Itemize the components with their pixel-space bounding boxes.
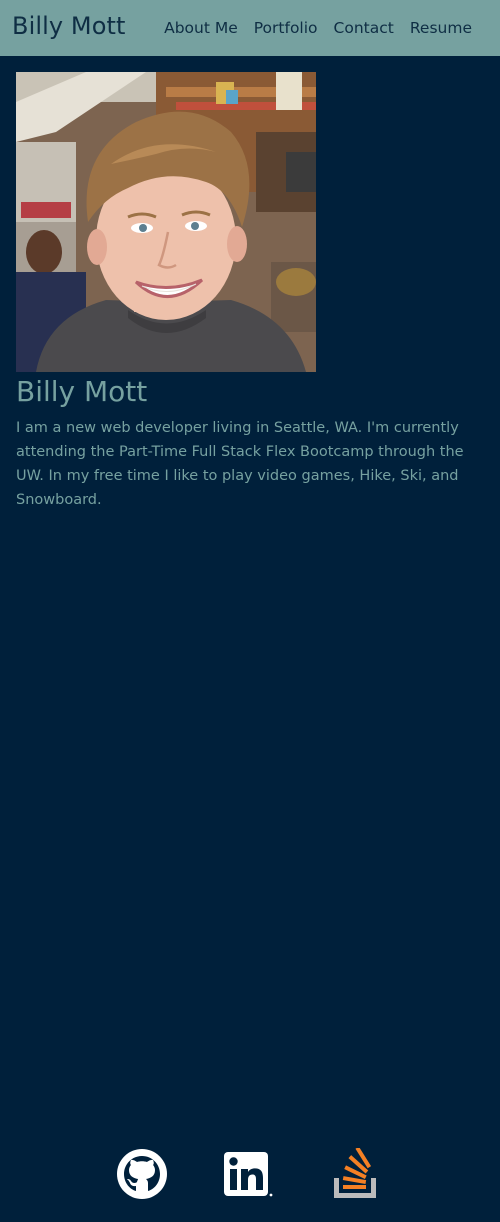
linkedin-icon[interactable] — [222, 1148, 274, 1200]
stackoverflow-icon[interactable] — [330, 1146, 382, 1200]
github-icon[interactable] — [116, 1148, 168, 1200]
social-links — [0, 1146, 500, 1200]
navbar: Billy Mott About Me Portfolio Contact Re… — [0, 0, 500, 56]
profile-name: Billy Mott — [16, 375, 148, 408]
profile-photo — [16, 72, 316, 372]
nav-about-me[interactable]: About Me — [164, 17, 238, 39]
nav-resume[interactable]: Resume — [410, 17, 472, 39]
profile-bio: I am a new web developer living in Seatt… — [16, 420, 464, 508]
nav-portfolio[interactable]: Portfolio — [254, 17, 318, 39]
nav-menu: About Me Portfolio Contact Resume — [164, 17, 472, 39]
nav-contact[interactable]: Contact — [334, 17, 394, 39]
brand-link[interactable]: Billy Mott — [12, 10, 126, 42]
